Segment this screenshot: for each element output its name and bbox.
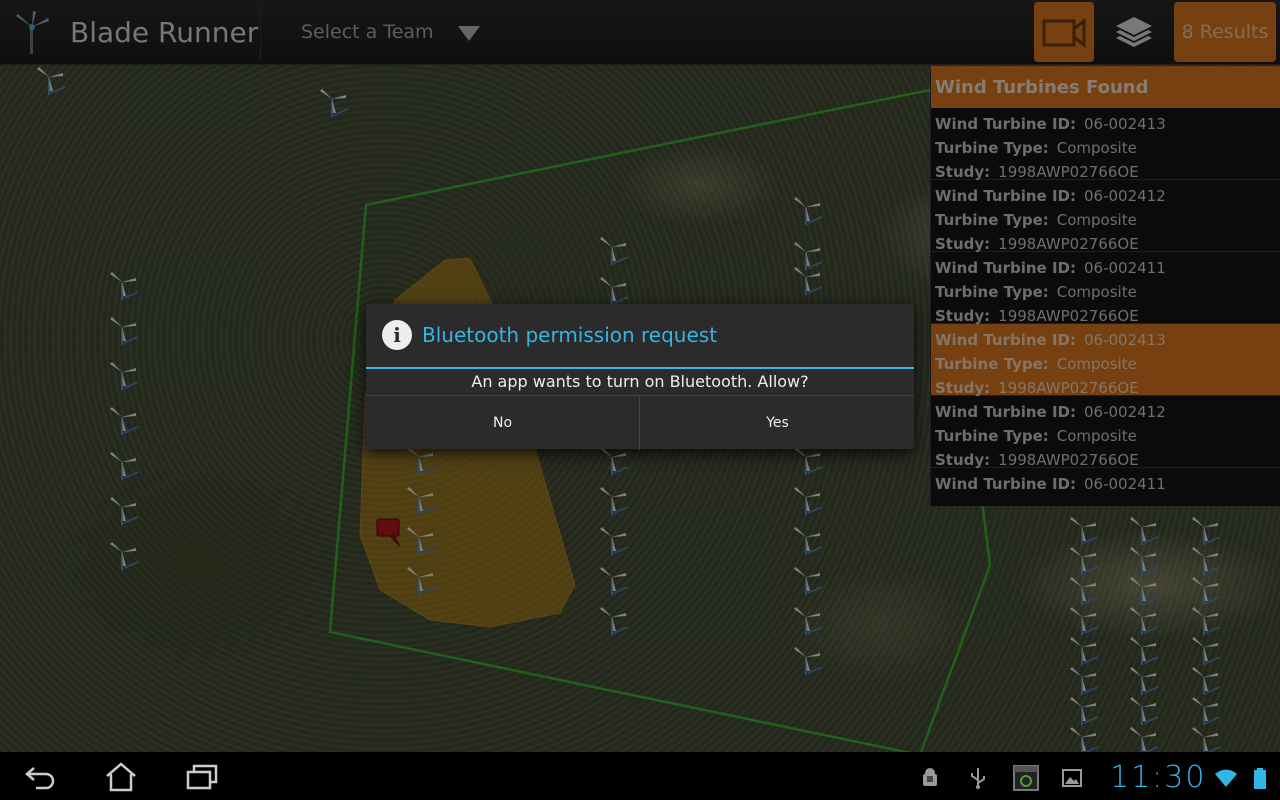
info-icon: i: [382, 320, 412, 350]
dialog-title: Bluetooth permission request: [422, 323, 718, 347]
bluetooth-permission-dialog: i Bluetooth permission request An app wa…: [366, 304, 914, 450]
yes-button[interactable]: Yes: [641, 396, 914, 450]
status-clock: 11:30: [1110, 760, 1207, 795]
home-icon[interactable]: [103, 762, 139, 792]
dialog-message: An app wants to turn on Bluetooth. Allow…: [471, 372, 809, 391]
dialog-button-bar: No Yes: [366, 395, 914, 450]
no-button[interactable]: No: [366, 396, 640, 450]
system-navigation-bar: 11:30: [0, 752, 1280, 800]
wifi-icon: [1215, 769, 1237, 787]
usb-icon: [971, 768, 985, 789]
dialog-titlebar: i Bluetooth permission request: [366, 304, 914, 368]
screenshot-icon: [1013, 765, 1039, 791]
android-debug-icon: [923, 768, 937, 786]
recent-apps-icon[interactable]: [184, 762, 220, 792]
back-icon[interactable]: [22, 762, 58, 792]
battery-icon: [1254, 768, 1266, 789]
gallery-icon: [1062, 769, 1082, 787]
dialog-title-divider: [366, 367, 914, 369]
